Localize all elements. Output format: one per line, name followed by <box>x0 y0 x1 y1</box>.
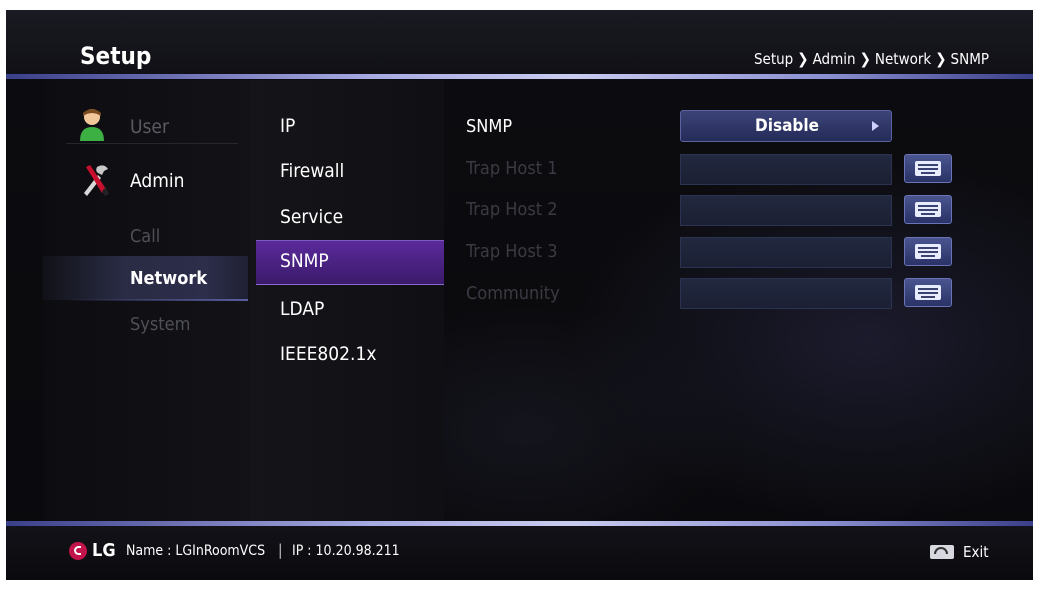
page-title: Setup <box>80 42 152 70</box>
breadcrumb: Setup ❯ Admin ❯ Network ❯ SNMP <box>754 50 989 68</box>
community-field[interactable] <box>680 278 892 309</box>
chevron-right-icon: ❯ <box>935 50 947 68</box>
keyboard-icon <box>915 161 941 176</box>
user-icon <box>80 109 104 141</box>
menu-item-label: User <box>130 116 169 138</box>
tools-icon <box>84 165 109 196</box>
keyboard-button[interactable] <box>904 154 952 183</box>
snmp-label: SNMP <box>466 116 513 137</box>
menu-item-label: Admin <box>130 170 185 192</box>
network-item-firewall[interactable]: Firewall <box>280 160 344 182</box>
header-divider <box>6 74 1033 79</box>
trap-host-3-label: Trap Host 3 <box>466 241 558 262</box>
trap-host-2-label: Trap Host 2 <box>466 199 558 220</box>
breadcrumb-admin: Admin <box>812 50 856 68</box>
lg-logo-icon <box>69 542 87 560</box>
network-item-service[interactable]: Service <box>280 206 343 228</box>
trap-host-2-field[interactable] <box>680 195 892 226</box>
keyboard-icon <box>915 244 941 259</box>
keyboard-button[interactable] <box>904 195 952 224</box>
chevron-right-icon: ❯ <box>797 50 809 68</box>
trap-host-1-field[interactable] <box>680 154 892 185</box>
trap-host-1-label: Trap Host 1 <box>466 158 558 179</box>
exit-icon <box>930 545 954 559</box>
snmp-dropdown[interactable]: Disable <box>680 110 892 142</box>
selected-underline <box>256 284 444 285</box>
selected-underline <box>66 299 248 301</box>
network-item-ldap[interactable]: LDAP <box>280 298 324 320</box>
keyboard-icon <box>915 285 941 300</box>
breadcrumb-network: Network <box>874 50 932 68</box>
trap-host-3-field[interactable] <box>680 237 892 268</box>
submenu-item-system[interactable]: System <box>130 314 190 335</box>
menu-item-admin[interactable]: Admin <box>42 162 232 202</box>
keyboard-button[interactable] <box>904 278 952 307</box>
keyboard-icon <box>915 202 941 217</box>
breadcrumb-setup: Setup <box>753 50 794 68</box>
submenu-item-call[interactable]: Call <box>130 226 160 247</box>
snmp-value: Disable <box>755 116 819 136</box>
menu-item-user[interactable]: User <box>42 108 232 148</box>
exit-button[interactable]: Exit <box>963 543 989 561</box>
divider <box>66 143 238 144</box>
chevron-right-icon: ❯ <box>859 50 871 68</box>
device-name: Name : LGInRoomVCS <box>126 543 266 559</box>
submenu-item-network[interactable]: Network <box>130 268 207 289</box>
brand-text: LG <box>92 540 116 561</box>
network-item-ieee8021x[interactable]: IEEE802.1x <box>280 343 376 365</box>
network-item-snmp[interactable]: SNMP <box>280 250 329 272</box>
separator: | <box>278 541 283 559</box>
device-ip: IP : 10.20.98.211 <box>292 543 400 559</box>
breadcrumb-snmp: SNMP <box>950 50 989 68</box>
keyboard-button[interactable] <box>904 237 952 266</box>
arrow-right-icon <box>872 121 879 131</box>
network-item-ip[interactable]: IP <box>280 115 295 137</box>
community-label: Community <box>466 283 560 304</box>
